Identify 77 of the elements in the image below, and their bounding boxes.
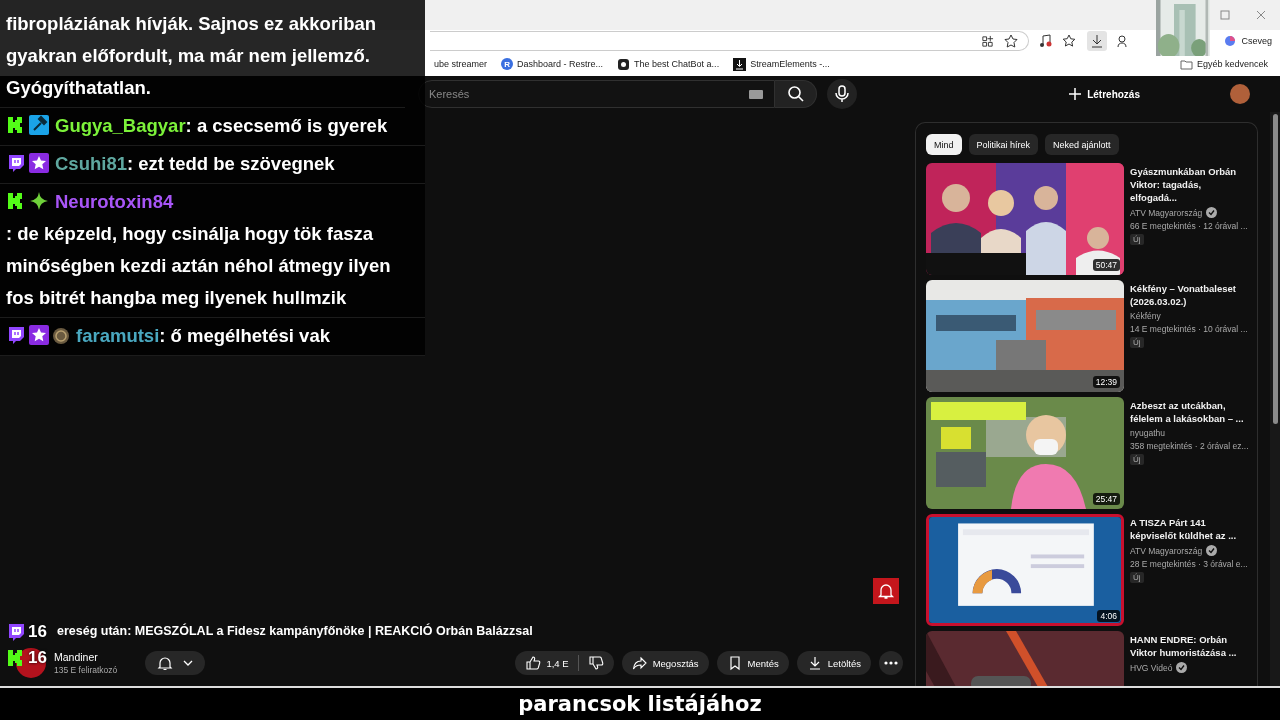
chat-username[interactable]: faramutsi [76, 325, 160, 346]
chat-message: fibropláziának hívják. Sajnos ez akkoriban gyakran előfordult, ma már nem jellemző. Gyógyíthatatlan. [6, 13, 377, 98]
microphone-button[interactable] [827, 79, 857, 109]
download-button[interactable]: Letöltés [796, 651, 871, 675]
bookmark[interactable]: StreamElements -... [750, 59, 830, 69]
more-button[interactable] [879, 651, 903, 675]
chat-message: : ezt tedd be szövegnek [126, 152, 335, 176]
video-title[interactable]: HANN ENDRE: Orbán Viktor humoristázása ... [1130, 633, 1247, 659]
video-stats: 358 megtekintés · 2 órával ez... [1130, 441, 1249, 451]
bookmark[interactable]: The best ChatBot a... [634, 59, 720, 69]
chat-message: : a csecsemő is gyerek [185, 114, 388, 138]
bot-icon[interactable] [617, 57, 631, 71]
favorites-icon[interactable] [1063, 34, 1078, 48]
bookmark-folder[interactable]: Egyéb kedvencek [1196, 59, 1268, 69]
channel-name[interactable]: Mandiner [54, 651, 98, 663]
filter-chip[interactable]: Mind [926, 134, 962, 155]
new-badge: Új [1130, 572, 1144, 583]
caret-icon[interactable] [183, 660, 194, 666]
caption-text: parancsok listájához [518, 692, 762, 716]
save-button[interactable]: Mentés [716, 651, 789, 675]
like-button[interactable]: 1,4 E [525, 655, 569, 671]
chat-icon[interactable] [1223, 34, 1238, 48]
video-stats: 28 E megtekintés · 3 órával e... [1130, 559, 1248, 569]
thumbs-up-icon[interactable] [525, 655, 542, 671]
video-duration: 50:47 [1092, 259, 1120, 271]
close-icon[interactable] [1256, 10, 1266, 20]
thumbs-down-icon[interactable] [587, 655, 604, 671]
video-stats: 14 E megtekintés · 10 órával ... [1130, 324, 1248, 334]
video-title[interactable]: Azbeszt az utcákban, félelem a lakásokban – ... [1130, 399, 1247, 425]
filter-chip[interactable]: Politikai hírek [968, 134, 1039, 155]
bell-icon[interactable] [157, 655, 174, 671]
chat-username[interactable]: Gugya_Bagyar [55, 115, 186, 136]
chat-username[interactable]: Neurotoxin84 [55, 191, 174, 212]
music-icon[interactable] [1039, 34, 1054, 48]
microphone-icon[interactable] [835, 85, 849, 103]
video-title[interactable]: Gyászmunkában Orbán Viktor: tagadás, elfogadá... [1130, 165, 1247, 204]
new-badge: Új [1130, 337, 1144, 348]
new-badge: Új [1130, 454, 1144, 465]
subscriber-count: 135 E feliratkozó [54, 665, 118, 675]
video-stats: 66 E megtekintés · 12 órával ... [1130, 221, 1248, 231]
scrollbar[interactable] [1272, 114, 1278, 424]
channel-name[interactable]: nyugathu [1130, 428, 1165, 438]
channel-name[interactable]: Kékfény [1130, 311, 1161, 321]
bell-icon[interactable] [873, 578, 899, 604]
bookmark[interactable]: ube streamer [434, 59, 488, 69]
apps-icon[interactable] [981, 34, 995, 48]
more-icon[interactable] [884, 661, 898, 665]
video-title[interactable]: A TISZA Párt 141 képviselőt küldhet az ... [1130, 516, 1247, 542]
avatar[interactable] [1230, 84, 1250, 104]
star-icon[interactable] [1004, 34, 1019, 48]
search-icon[interactable] [786, 85, 805, 103]
video-duration: 4:06 [1097, 610, 1120, 622]
video-title: ereség után: MEGSZÓLAL a Fidesz kampányfőnöke | REAKCIÓ Orbán Balázzsal [57, 624, 533, 638]
search-button[interactable] [775, 80, 817, 108]
chat-message: : de képzeld, hogy csinálja hogy tök fasza minőségben kezdi aztán néhol átmegy ilyen fos bitrét hangba meg ilyenek hullmzik [6, 222, 392, 310]
viewer-count: 16 [28, 622, 47, 642]
filter-chip[interactable]: Neked ajánlott [1045, 134, 1119, 155]
share-icon[interactable] [631, 655, 648, 671]
new-badge: Új [1130, 234, 1144, 245]
share-button[interactable]: Megosztás [621, 651, 709, 675]
create-button[interactable]: Létrehozás [1069, 88, 1140, 100]
folder-icon[interactable] [1179, 57, 1193, 71]
video-duration: 12:39 [1092, 376, 1120, 388]
plus-icon[interactable] [1069, 88, 1082, 100]
channel-name[interactable]: HVG Videó [1130, 662, 1173, 673]
chat-button[interactable]: Cseveg [1241, 36, 1272, 46]
channel-name[interactable]: ATV Magyarország [1130, 545, 1203, 556]
channel-name[interactable]: ATV Magyarország [1130, 207, 1203, 218]
chat-message: : ő megélhetési vak [159, 324, 330, 348]
bookmark[interactable]: Dashboard - Restre... [517, 59, 604, 69]
bookmark-logo[interactable]: R [501, 58, 514, 70]
like-dislike-control[interactable]: 1,4 E [515, 651, 614, 675]
chat-username[interactable]: Csuhi81 [55, 153, 127, 174]
download-icon[interactable] [733, 57, 747, 71]
subscription-button[interactable] [145, 651, 206, 675]
video-duration: 25:47 [1092, 493, 1120, 505]
video-title[interactable]: Kékfény – Vonatbaleset (2026.03.02.) [1130, 282, 1247, 308]
